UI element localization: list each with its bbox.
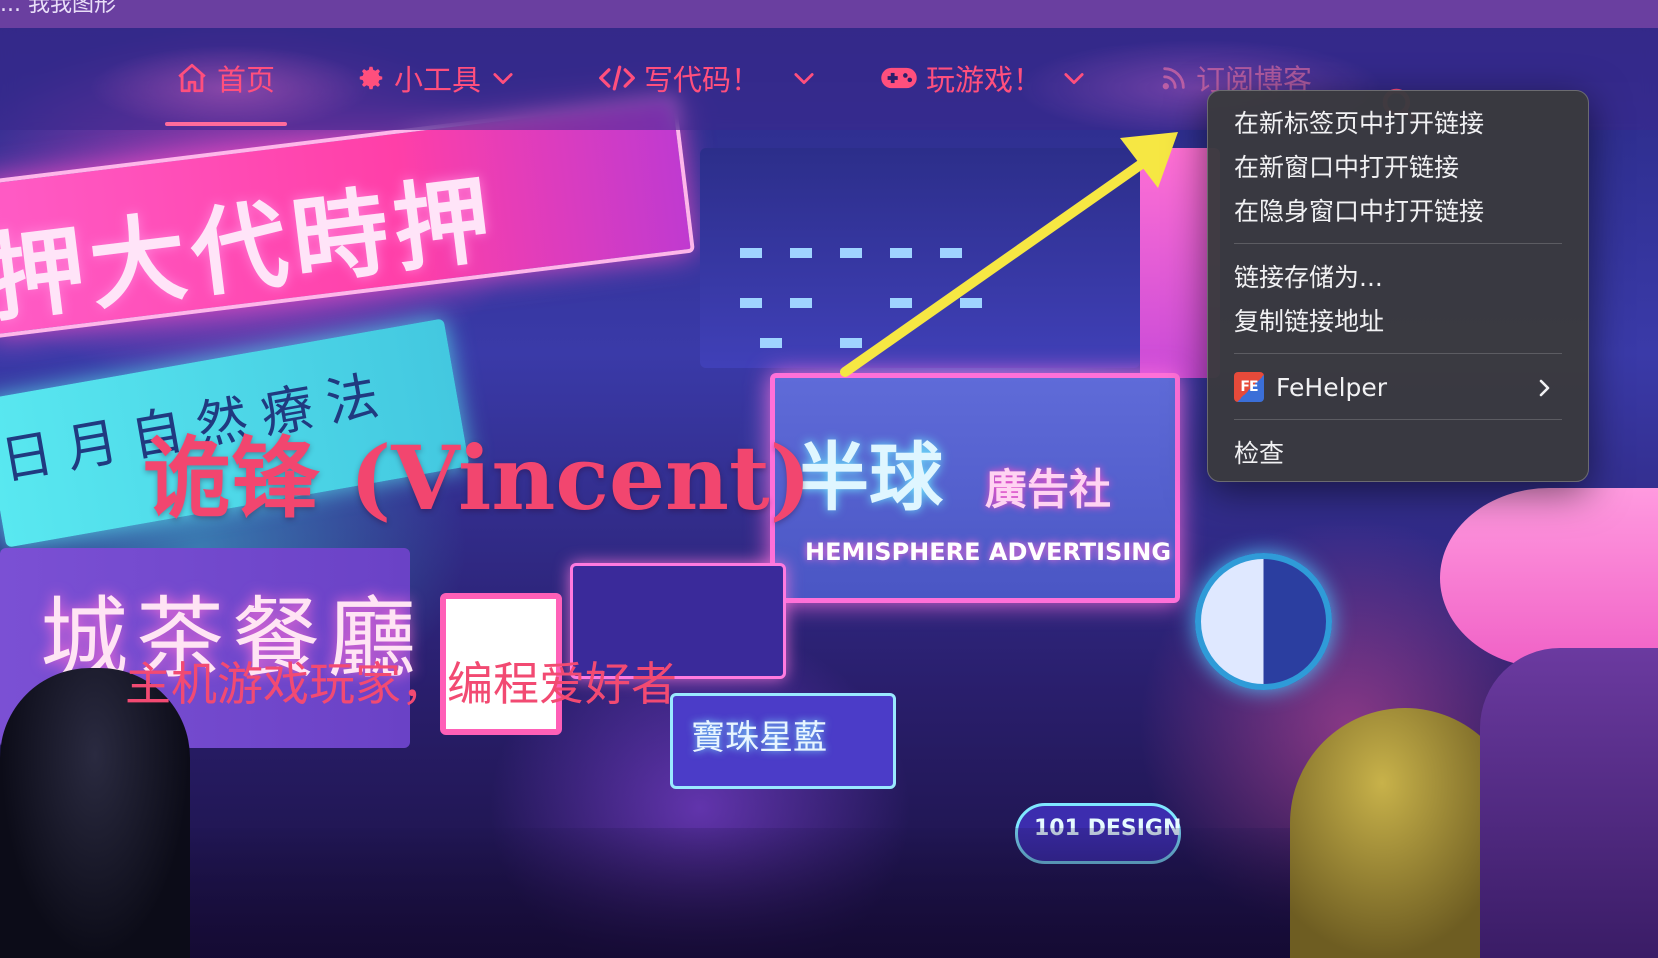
hemisphere-big-text: 半球	[795, 435, 943, 521]
menu-separator	[1234, 419, 1562, 420]
menu-item-open-incognito[interactable]: 在隐身窗口中打开链接	[1234, 192, 1574, 232]
neon-sign-right-round	[1440, 488, 1658, 668]
chevron-down-icon	[790, 64, 818, 92]
window-title-fragment: ... 我我图形	[0, 0, 116, 17]
code-icon	[598, 61, 636, 95]
neon-sign-hemisphere: 半球 廣告社 HEMISPHERE ADVERTISING	[770, 373, 1180, 603]
yin-yang-sign	[1195, 553, 1332, 690]
menu-item-inspect[interactable]: 检查	[1234, 434, 1574, 474]
chevron-down-icon	[1060, 64, 1088, 92]
nav-item-games-label: 玩游戏！	[926, 63, 1043, 97]
neon-sign-pink: 押大代時押	[0, 95, 695, 339]
context-menu: 在新标签页中打开链接 在新窗口中打开链接 在隐身窗口中打开链接 链接存储为...…	[1207, 90, 1589, 482]
nav-item-code[interactable]: 写代码！	[598, 56, 818, 100]
nav-item-tools-label: 小工具	[394, 63, 482, 97]
menu-item-open-new-tab[interactable]: 在新标签页中打开链接	[1234, 104, 1574, 144]
nav-item-home[interactable]: 首页	[164, 56, 288, 126]
menu-item-open-new-window[interactable]: 在新窗口中打开链接	[1234, 148, 1574, 188]
menu-item-copy-link-address[interactable]: 复制链接地址	[1234, 302, 1574, 342]
rss-icon	[1160, 64, 1188, 92]
nav-item-code-label: 写代码！	[644, 63, 761, 97]
browser-top-strip: ... 我我图形	[0, 0, 1658, 29]
nav-item-tools[interactable]: 小工具	[356, 56, 517, 100]
fehelper-icon: FE	[1234, 372, 1264, 402]
home-icon	[175, 61, 209, 95]
cat-figure	[1480, 648, 1658, 958]
neon-sign-jewels: 寶珠星藍	[670, 693, 896, 789]
hero-subtitle: 主机游戏玩家，编程爱好者	[125, 657, 677, 711]
building-windows	[700, 148, 1140, 368]
chevron-down-icon	[489, 64, 517, 92]
gear-icon	[356, 63, 386, 93]
gamepad-icon	[880, 63, 918, 93]
nav-item-home-label: 首页	[217, 63, 276, 97]
hemisphere-sub-text: HEMISPHERE ADVERTISING	[805, 538, 1172, 566]
nav-item-games[interactable]: 玩游戏！	[880, 56, 1088, 100]
menu-separator	[1234, 243, 1562, 244]
neon-sign-pink-text: 押大代時押	[0, 161, 503, 337]
menu-item-fehelper-label: FeHelper	[1276, 373, 1388, 402]
chevron-right-icon	[1539, 379, 1550, 397]
menu-item-save-link-as[interactable]: 链接存储为...	[1234, 258, 1574, 298]
hemisphere-small-text: 廣告社	[985, 465, 1112, 514]
jewels-text: 寶珠星藍	[691, 718, 827, 758]
menu-separator	[1234, 353, 1562, 354]
menu-item-fehelper[interactable]: FE FeHelper	[1234, 368, 1574, 408]
hero-title: 诡锋 (Vincent)	[143, 426, 812, 530]
page: ... 我我图形 押大代時押 日月自然療法 半球 廣告社 HEMISPHERE …	[0, 0, 1658, 958]
